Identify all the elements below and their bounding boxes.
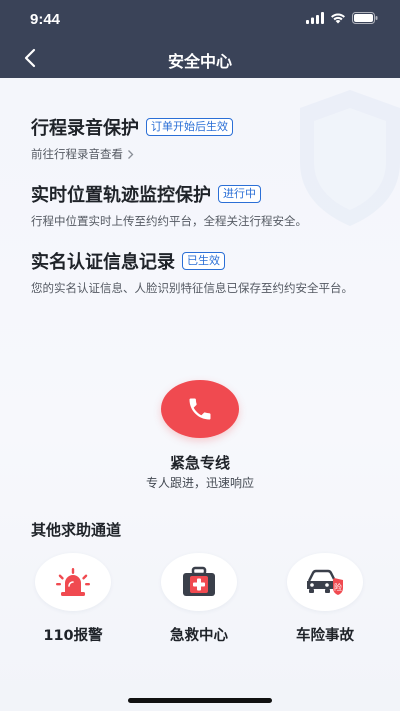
other-channels-title: 其他求助通道	[31, 521, 122, 539]
channel-circle: 险	[287, 553, 363, 611]
channel-label: 急救中心	[170, 628, 228, 644]
status-badge: 订单开始后生效	[146, 118, 233, 136]
feature-realname-record: 实名认证信息记录 已生效 您的实名认证信息、人脸识别特征信息已保存至约约安全平台…	[31, 248, 376, 297]
status-bar: 9:44	[0, 0, 400, 38]
view-recording-link[interactable]: 前往行程录音查看	[31, 146, 134, 163]
car-insurance-accident-button[interactable]: 险 车险事故	[275, 553, 375, 645]
emergency-title: 紧急专线	[169, 454, 230, 472]
svg-text:险: 险	[334, 582, 342, 592]
first-aid-center-button[interactable]: 急救中心	[149, 553, 249, 645]
feature-head: 实名认证信息记录 已生效	[31, 248, 376, 274]
police-110-button[interactable]: 110报警	[23, 553, 123, 645]
feature-title: 实时位置轨迹监控保护	[31, 185, 211, 206]
status-icons	[306, 12, 378, 24]
feature-recording-protection: 行程录音保护 订单开始后生效 前往行程录音查看	[31, 114, 376, 163]
police-alarm-icon	[56, 568, 90, 596]
feature-title: 行程录音保护	[31, 118, 139, 139]
status-badge: 进行中	[218, 185, 261, 203]
feature-title: 实名认证信息记录	[31, 252, 175, 273]
status-time: 9:44	[30, 11, 61, 28]
status-badge: 已生效	[182, 252, 225, 270]
home-indicator	[128, 698, 272, 703]
battery-icon	[352, 12, 378, 24]
car-insurance-icon: 险	[307, 569, 343, 595]
wifi-icon	[331, 13, 345, 24]
chevron-right-icon	[128, 150, 134, 159]
feature-desc-row: 前往行程录音查看	[31, 146, 376, 163]
channel-circle	[35, 553, 111, 611]
feature-location-monitoring: 实时位置轨迹监控保护 进行中 行程中位置实时上传至约约平台，全程关注行程安全。	[31, 181, 376, 230]
page-title: 安全中心	[167, 52, 232, 71]
first-aid-kit-icon	[183, 566, 215, 596]
phone-icon	[189, 398, 211, 420]
feature-desc: 您的实名认证信息、人脸识别特征信息已保存至约约安全平台。	[31, 281, 353, 295]
nav-bar: 安全中心	[0, 38, 400, 78]
feature-desc: 行程中位置实时上传至约约平台，全程关注行程安全。	[31, 214, 307, 228]
feature-link-label: 前往行程录音查看	[31, 147, 123, 161]
emergency-call-button[interactable]	[161, 380, 239, 438]
channel-circle	[161, 553, 237, 611]
emergency-subtitle: 专人跟进，迅速响应	[145, 476, 254, 490]
feature-head: 实时位置轨迹监控保护 进行中	[31, 181, 376, 207]
channel-label: 车险事故	[296, 628, 354, 644]
feature-head: 行程录音保护 订单开始后生效	[31, 114, 376, 140]
signal-icon	[306, 12, 324, 24]
channel-label: 110报警	[43, 628, 103, 644]
